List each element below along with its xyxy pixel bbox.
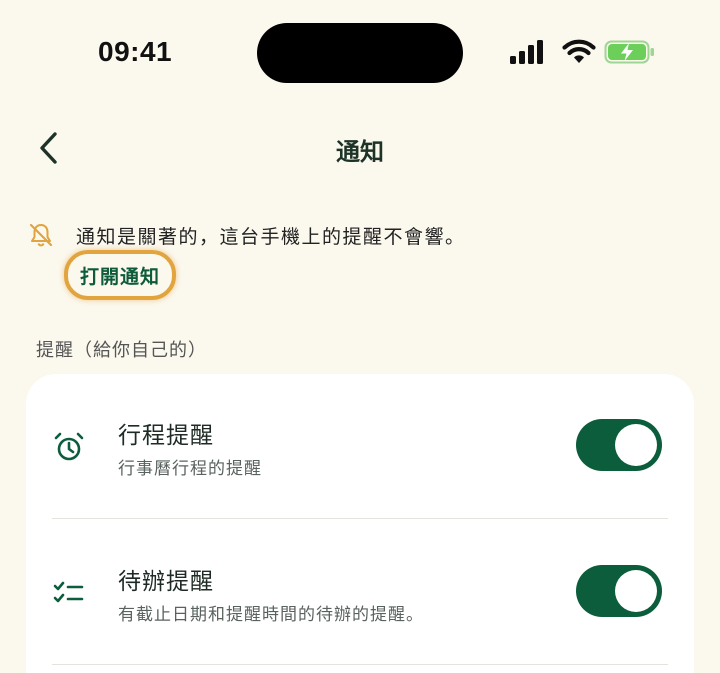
event-reminder-toggle[interactable] [576,419,662,471]
toggle-knob [615,424,657,466]
cellular-signal-icon [510,40,543,64]
status-icons [508,38,656,66]
notifications-screen: 09:41 通知 通知是關著的，這台手機上的提醒不會響。 打開通知 提醒（給你自… [0,0,720,673]
checklist-icon [53,581,84,603]
bell-off-icon [29,223,53,247]
status-time: 09:41 [98,36,173,67]
open-notifications-button[interactable]: 打開通知 [64,250,176,300]
dynamic-island [257,23,463,83]
battery-charging-icon [604,40,654,64]
todo-reminder-subtitle: 有截止日期和提醒時間的待辦的提醒。 [118,605,424,625]
wifi-icon [562,39,596,63]
page-title: 通知 [336,138,384,166]
reminders-card: 行程提醒 行事曆行程的提醒 待辦提醒 有截止日期和提醒時間的待辦的提醒。 [26,374,694,673]
todo-reminder-toggle[interactable] [576,565,662,617]
notifications-off-message: 通知是關著的，這台手機上的提醒不會響。 [76,226,466,248]
divider [52,664,668,665]
open-notifications-label: 打開通知 [79,265,160,288]
divider [52,518,668,519]
alarm-clock-icon [54,432,84,461]
event-reminder-title: 行程提醒 [118,423,214,449]
event-reminder-subtitle: 行事曆行程的提醒 [118,459,262,479]
todo-reminder-title: 待辦提醒 [118,569,214,595]
toggle-knob [615,570,657,612]
section-header: 提醒（給你自己的） [36,340,207,361]
todo-reminder-row[interactable]: 待辦提醒 有截止日期和提醒時間的待辦的提醒。 [26,520,694,660]
event-reminder-row[interactable]: 行程提醒 行事曆行程的提醒 [26,374,694,514]
